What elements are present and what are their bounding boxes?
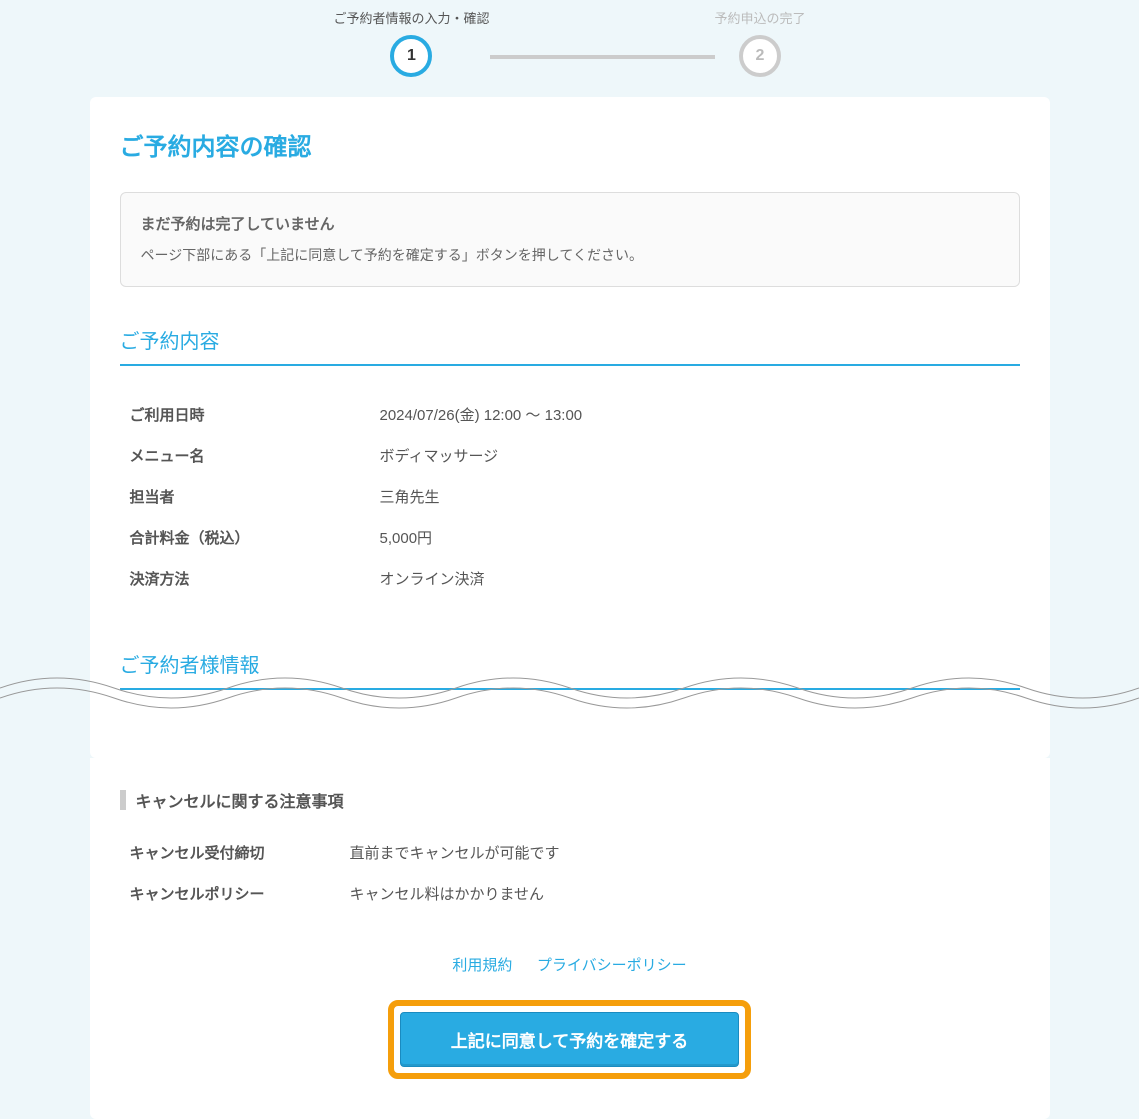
cancellation-title-text: キャンセルに関する注意事項 [136,788,344,812]
step-2-circle: 2 [739,35,781,77]
step-2-number: 2 [756,47,765,65]
notice-box: まだ予約は完了していません ページ下部にある「上記に同意して予約を確定する」ボタ… [120,192,1020,287]
notice-text: ページ下部にある「上記に同意して予約を確定する」ボタンを押してください。 [141,244,999,266]
cancellation-section-title: キャンセルに関する注意事項 [120,788,1020,812]
detail-row-staff: 担当者 三角先生 [120,476,1020,517]
detail-row-price: 合計料金（税込） 5,000円 [120,517,1020,558]
lower-card: キャンセルに関する注意事項 キャンセル受付締切 直前までキャンセルが可能です キ… [90,758,1050,1119]
page-title: ご予約内容の確認 [120,127,1020,162]
detail-row-datetime: ご利用日時 2024/07/26(金) 12:00 〜 13:00 [120,394,1020,435]
detail-row-menu: メニュー名 ボディマッサージ [120,435,1020,476]
notice-title: まだ予約は完了していません [141,213,999,234]
privacy-link[interactable]: プライバシーポリシー [537,957,687,974]
section-bar-icon [120,790,126,810]
value-datetime: 2024/07/26(金) 12:00 〜 13:00 [380,404,583,425]
step-2-label: 予約申込の完了 [715,8,806,27]
label-staff: 担当者 [130,486,380,507]
main-card: ご予約内容の確認 まだ予約は完了していません ページ下部にある「上記に同意して予… [90,97,1050,758]
step-connector [490,55,715,59]
label-cancel-deadline: キャンセル受付締切 [130,842,350,863]
step-2: 予約申込の完了 2 [715,8,806,77]
detail-row-cancel-deadline: キャンセル受付締切 直前までキャンセルが可能です [120,832,1020,873]
confirm-reservation-button[interactable]: 上記に同意して予約を確定する [400,1012,740,1067]
customer-section-title: ご予約者様情報 [120,649,1020,690]
reservation-section-title: ご予約内容 [120,325,1020,366]
detail-row-payment: 決済方法 オンライン決済 [120,558,1020,599]
label-datetime: ご利用日時 [130,404,380,425]
value-menu: ボディマッサージ [380,445,499,466]
terms-link[interactable]: 利用規約 [452,957,512,974]
value-cancel-deadline: 直前までキャンセルが可能です [350,842,560,863]
confirm-highlight-box: 上記に同意して予約を確定する [388,1000,752,1079]
value-cancel-policy: キャンセル料はかかりません [350,883,545,904]
value-payment: オンライン決済 [380,568,485,589]
step-1: ご予約者情報の入力・確認 1 [333,8,489,77]
step-1-number: 1 [407,47,416,65]
confirm-wrapper: 上記に同意して予約を確定する [120,1000,1020,1079]
legal-links: 利用規約 プライバシーポリシー [120,954,1020,975]
value-price: 5,000円 [380,527,433,548]
label-menu: メニュー名 [130,445,380,466]
progress-stepper: ご予約者情報の入力・確認 1 予約申込の完了 2 [0,0,1139,97]
label-cancel-policy: キャンセルポリシー [130,883,350,904]
label-payment: 決済方法 [130,568,380,589]
value-staff: 三角先生 [380,486,440,507]
step-1-circle: 1 [390,35,432,77]
label-price: 合計料金（税込） [130,527,380,548]
detail-row-cancel-policy: キャンセルポリシー キャンセル料はかかりません [120,873,1020,914]
step-1-label: ご予約者情報の入力・確認 [333,8,489,27]
